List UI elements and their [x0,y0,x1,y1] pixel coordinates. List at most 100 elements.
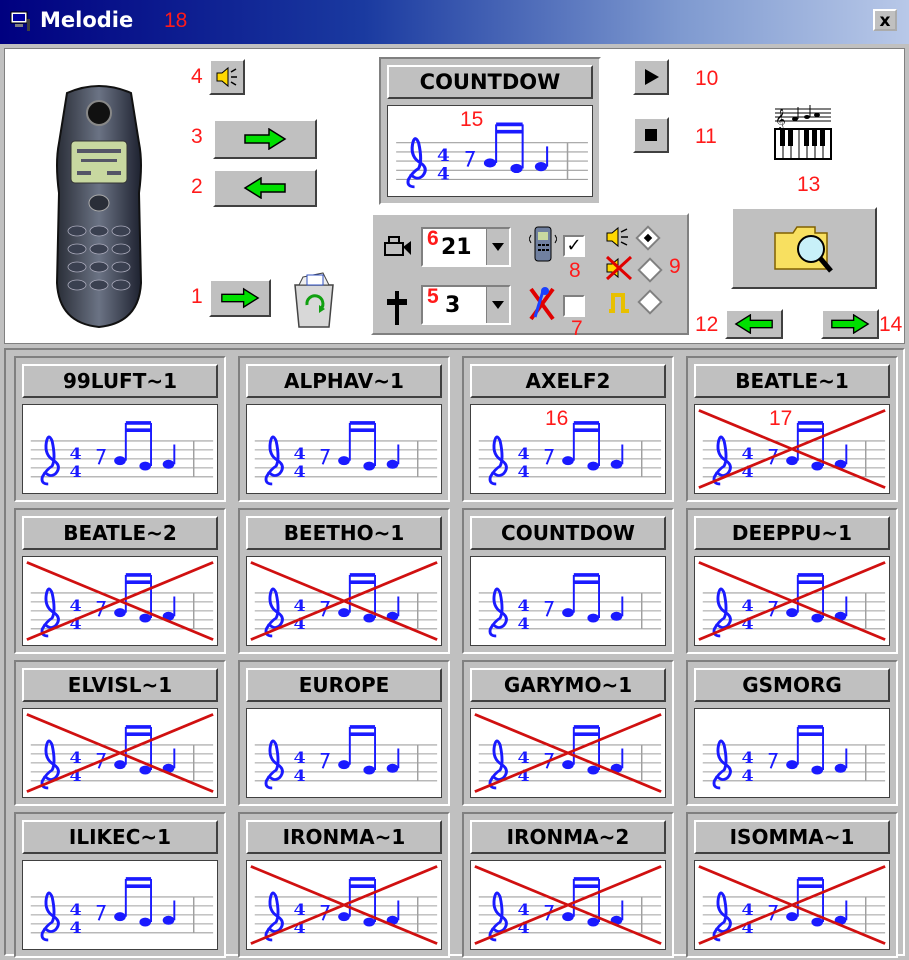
download-from-phone-button[interactable] [213,169,317,207]
melody-card[interactable]: 99LUFT~1 4 4 [14,356,226,502]
open-folder-button[interactable] [731,207,877,289]
vibrate-checkbox[interactable]: ✓ [563,235,585,257]
arrow-left-icon [734,314,773,334]
annotation-1: 1 [191,285,203,308]
melody-card-title: BEATLE~2 [22,516,218,550]
selected-melody-card[interactable]: COUNTDOW 4 4 15 [379,57,601,205]
annotation-10: 10 [695,67,719,90]
melody-card-staff: 4 4 [22,708,218,798]
annotation-17: 17 [769,407,793,430]
octave-select[interactable]: 5 3 [421,285,511,325]
cut-checkbox[interactable] [563,295,585,317]
melody-card-staff: 4 4 [246,708,442,798]
melody-card[interactable]: AXELF2 4 4 16 [462,356,674,502]
close-button[interactable]: x [873,9,897,31]
melody-card[interactable]: ILIKEC~1 4 4 [14,812,226,958]
square-wave-icon [609,293,629,313]
melody-card-title: GARYMO~1 [470,668,666,702]
svg-text:4: 4 [70,444,82,463]
octave-dropdown-arrow[interactable] [486,287,509,323]
arrow-right-icon [244,128,287,150]
send-melody-button[interactable] [209,279,271,317]
melody-card[interactable]: IRONMA~1 4 4 [238,812,450,958]
svg-text:𝄞: 𝄞 [775,109,786,130]
svg-text:4: 4 [70,917,82,936]
melody-card[interactable]: COUNTDOW 4 4 [462,508,674,654]
svg-text:4: 4 [437,165,450,184]
previous-page-button[interactable] [725,309,783,339]
melody-grid: 99LUFT~1 4 4 ALPHAV~1 4 4 AXELF2 4 4 16 … [4,348,905,958]
annotation-2: 2 [191,175,203,198]
melody-card[interactable]: BEETHO~1 4 4 [238,508,450,654]
melody-card-title: COUNTDOW [470,516,666,550]
svg-text:4: 4 [742,748,754,767]
arrow-right-icon [831,314,870,334]
melody-card-staff: 4 4 [470,556,666,646]
music-staff-icon: 4 4 [702,725,886,790]
melody-card[interactable]: IRONMA~2 4 4 [462,812,674,958]
play-icon [645,69,659,85]
music-staff-icon: 4 4 [254,725,438,790]
melody-card-staff: 4 4 [246,404,442,494]
deleted-cross-mark [26,713,214,793]
folder-search-icon [774,226,833,273]
sound-on-radio[interactable] [635,225,661,251]
vibrate-phone-icon [529,226,557,262]
upload-to-phone-button[interactable] [213,119,317,159]
tempo-value: 21 [441,235,472,260]
deleted-cross-mark [698,561,886,641]
melody-card-staff: 4 4 [694,556,890,646]
svg-text:4: 4 [294,461,306,480]
music-staff-icon: 4 4 [30,421,214,486]
speaker-icon [216,66,237,88]
melody-card-staff: 4 4 [470,860,666,950]
chevron-down-icon [492,301,504,309]
melody-card[interactable]: GARYMO~1 4 4 [462,660,674,806]
svg-text:4: 4 [518,596,530,615]
cut-tool-icon [529,287,555,321]
melody-card[interactable]: BEATLE~1 4 4 17 [686,356,898,502]
piano-keyboard-icon: 𝄞 [774,105,832,160]
melody-card-title: ELVISL~1 [22,668,218,702]
melody-card-staff: 4 4 16 [470,404,666,494]
melody-card[interactable]: ISOMMA~1 4 4 [686,812,898,958]
tempo-dropdown-arrow[interactable] [486,229,509,265]
melody-card[interactable]: DEEPPU~1 4 4 [686,508,898,654]
melody-card[interactable]: EUROPE 4 4 [238,660,450,806]
annotation-5: 5 [427,285,439,308]
sound-mute-icon [605,255,633,281]
sound-mute-radio[interactable] [637,257,663,283]
play-button[interactable] [633,59,669,95]
deleted-cross-mark [474,713,662,793]
melody-card[interactable]: ALPHAV~1 4 4 [238,356,450,502]
annotation-16: 16 [545,407,569,430]
melody-card[interactable]: ELVISL~1 4 4 [14,660,226,806]
speaker-button[interactable] [209,59,245,95]
annotation-14: 14 [879,313,903,336]
melody-card-staff: 4 4 [694,708,890,798]
melody-card-title: BEETHO~1 [246,516,442,550]
annotation-7: 7 [571,317,583,340]
recycle-bin-icon[interactable] [289,271,339,329]
annotation-3: 3 [191,125,203,148]
tempo-select[interactable]: 6 21 [421,227,511,267]
chevron-down-icon [492,243,504,251]
melody-card-title: EUROPE [246,668,442,702]
sound-on-icon [606,226,628,248]
melody-card-staff: 4 4 [246,556,442,646]
svg-text:4: 4 [294,444,306,463]
stop-button[interactable] [633,117,669,153]
melody-card[interactable]: BEATLE~2 4 4 [14,508,226,654]
svg-text:4: 4 [742,765,754,784]
deleted-cross-mark [474,865,662,945]
square-wave-radio[interactable] [637,289,663,315]
melody-card-staff: 4 4 [694,860,890,950]
window-title: Melodie [40,8,134,32]
svg-text:4: 4 [70,461,82,480]
next-page-button[interactable] [821,309,879,339]
app-icon [10,11,30,31]
mobile-phone-image [55,85,143,329]
melody-card[interactable]: GSMORG 4 4 [686,660,898,806]
title-bar[interactable]: Melodie 18 x [0,0,909,44]
melody-card-title: IRONMA~1 [246,820,442,854]
